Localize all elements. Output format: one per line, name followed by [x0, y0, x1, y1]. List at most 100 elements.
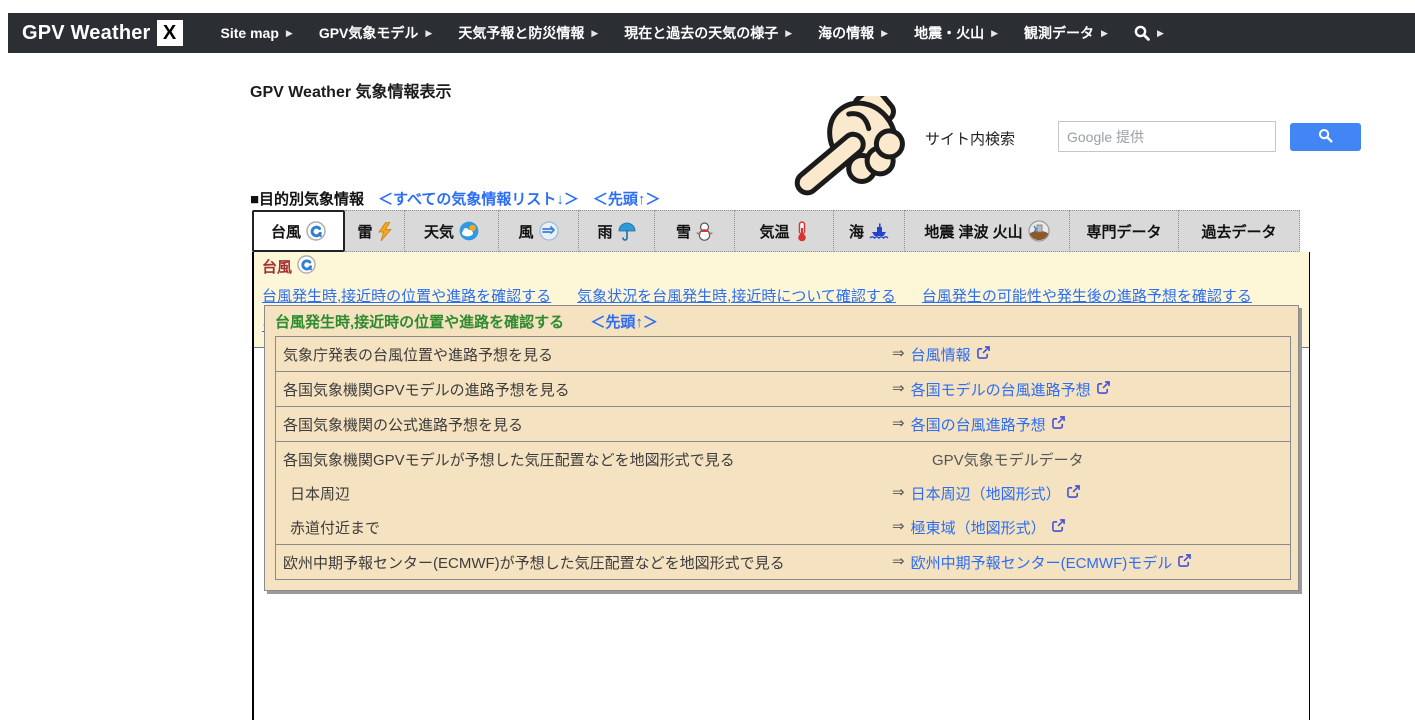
tab-thunder[interactable]: 雷: [345, 210, 405, 252]
menu-item-forecast-disaster[interactable]: 天気予報と防災情報 ▶: [458, 23, 598, 43]
tab-specialized-data[interactable]: 専門データ: [1070, 210, 1179, 252]
menu-item-gpv-model[interactable]: GPV気象モデル ▶: [319, 23, 433, 43]
link-official-typhoon-track[interactable]: 各国の台風進路予想: [911, 414, 1065, 435]
tab-label: 台風: [271, 221, 301, 242]
table-row: 気象庁発表の台風位置や進路予想を見る ⇒ 台風情報: [276, 337, 1290, 371]
link-label: 台風情報: [911, 344, 971, 365]
link-label: 日本周辺（地図形式）: [911, 483, 1061, 504]
link-label: 各国モデルの台風進路予想: [911, 379, 1091, 400]
site-search-button[interactable]: [1290, 123, 1361, 151]
umbrella-icon: [618, 222, 636, 241]
table-title: 台風発生時,接近時の位置や進路を確認する: [275, 314, 564, 331]
link-japan-area-map[interactable]: 日本周辺（地図形式）: [911, 483, 1080, 504]
tab-weather[interactable]: 天気: [405, 210, 499, 252]
brand-logo[interactable]: GPV Weather: [22, 22, 151, 45]
menu-label: GPV気象モデル: [319, 23, 419, 43]
group-subrow: 赤道付近まで ⇒ 極東域（地図形式）: [276, 510, 1290, 544]
tab-wind[interactable]: 風: [499, 210, 579, 252]
row-description: 各国気象機関GPVモデルの進路予想を見る: [276, 372, 892, 406]
subrow-description: 赤道付近まで: [276, 510, 892, 544]
menu-item-sea-info[interactable]: 海の情報 ▶: [818, 23, 888, 43]
tab-label: 地震 津波 火山: [924, 221, 1022, 242]
anchor-links-row: 台風発生時,接近時の位置や進路を確認する 気象状況を台風発生時,接近時について確…: [262, 285, 1301, 306]
tab-earthquake-tsunami-volcano[interactable]: 地震 津波 火山: [905, 210, 1070, 252]
anchor-link-position-course[interactable]: 台風発生時,接近時の位置や進路を確認する: [262, 285, 551, 306]
tab-typhoon[interactable]: 台風: [252, 210, 345, 252]
main-menu: Site map ▶ GPV気象モデル ▶ 天気予報と防災情報 ▶ 現在と過去の…: [221, 23, 1164, 43]
group-plain-label: GPV気象モデルデータ: [892, 442, 1084, 476]
tab-temperature[interactable]: 気温: [735, 210, 834, 252]
pointing-hand-illustration: [780, 96, 908, 218]
double-arrow-icon: ⇒: [892, 517, 905, 535]
menu-label: 観測データ: [1024, 23, 1094, 43]
menu-item-observation-data[interactable]: 観測データ ▶: [1024, 23, 1108, 43]
link-label: 欧州中期予報センター(ECMWF)モデル: [911, 552, 1173, 573]
tab-label: 気温: [759, 221, 789, 242]
typhoon-icon: [297, 255, 316, 278]
tab-label: 雨: [597, 221, 612, 242]
link-typhoon-info[interactable]: 台風情報: [911, 344, 990, 365]
tab-label: 雷: [357, 221, 372, 242]
category-label: 台風: [262, 256, 292, 277]
row-link-cell: ⇒ 極東域（地図形式）: [892, 510, 1290, 544]
external-link-icon: [1052, 519, 1065, 536]
all-weather-list-link[interactable]: ＜すべての気象情報リスト↓＞: [378, 188, 579, 209]
table-row: 各国気象機関の公式進路予想を見る ⇒ 各国の台風進路予想: [276, 406, 1290, 441]
tab-label: 風: [518, 221, 533, 242]
gpv-weather-page: GPV Weather X Site map ▶ GPV気象モデル ▶ 天気予報…: [0, 0, 1415, 720]
menu-item-current-past-weather[interactable]: 現在と過去の天気の様子 ▶: [624, 23, 792, 43]
link-ecmwf-model[interactable]: 欧州中期予報センター(ECMWF)モデル: [911, 552, 1192, 573]
chevron-right-icon: ▶: [991, 28, 998, 39]
anchor-link-genesis-forecast[interactable]: 台風発生の可能性や発生後の進路予想を確認する: [922, 285, 1252, 306]
tab-label: 専門データ: [1086, 221, 1161, 242]
table-row: 欧州中期予報センター(ECMWF)が予想した気圧配置などを地図形式で見る ⇒ 欧…: [276, 544, 1290, 579]
link-far-east-map[interactable]: 極東域（地図形式）: [911, 517, 1065, 538]
x-twitter-icon[interactable]: X: [157, 20, 183, 46]
chevron-right-icon: ▶: [881, 28, 888, 39]
link-model-typhoon-track[interactable]: 各国モデルの台風進路予想: [911, 379, 1110, 400]
menu-item-search[interactable]: ▶: [1134, 25, 1164, 41]
lightning-icon: [378, 222, 392, 241]
anchor-link-weather-conditions[interactable]: 気象状況を台風発生時,接近時について確認する: [577, 285, 896, 306]
search-icon: [1134, 25, 1150, 41]
page-title: GPV Weather 気象情報表示: [250, 78, 452, 102]
menu-item-earthquake-volcano[interactable]: 地震・火山 ▶: [914, 23, 998, 43]
menu-label: 地震・火山: [914, 23, 984, 43]
site-search-input[interactable]: [1058, 121, 1276, 152]
row-description: 各国気象機関の公式進路予想を見る: [276, 407, 892, 441]
typhoon-content-panel: 台風 台風発生時,接近時の位置や進路を確認する 気象状況を台風発生時,接近時につ…: [252, 252, 1310, 720]
site-search-label: サイト内検索: [925, 128, 1015, 149]
menu-item-sitemap[interactable]: Site map ▶: [221, 25, 293, 41]
tab-rain[interactable]: 雨: [579, 210, 655, 252]
section-heading: ■目的別気象情報 ＜すべての気象情報リスト↓＞ ＜先頭↑＞: [250, 188, 660, 209]
group-line: 各国気象機関GPVモデルが予想した気圧配置などを地図形式で見る GPV気象モデル…: [276, 442, 1290, 476]
ship-icon: [869, 222, 889, 240]
tab-past-data[interactable]: 過去データ: [1179, 210, 1300, 252]
menu-label: Site map: [221, 25, 279, 41]
tab-label: 過去データ: [1201, 221, 1276, 242]
menu-label: 海の情報: [818, 23, 874, 43]
group-subrow: 日本周辺 ⇒ 日本周辺（地図形式）: [276, 476, 1290, 510]
tab-sea[interactable]: 海: [834, 210, 905, 252]
table-top-link[interactable]: ＜先頭↑＞: [590, 314, 658, 331]
chevron-right-icon: ▶: [1157, 28, 1164, 39]
page-top-link[interactable]: ＜先頭↑＞: [593, 188, 661, 209]
double-arrow-icon: ⇒: [892, 344, 905, 362]
tab-label: 天気: [424, 221, 454, 242]
typhoon-info-table: 台風発生時,接近時の位置や進路を確認する ＜先頭↑＞ 気象庁発表の台風位置や進路…: [264, 305, 1299, 591]
row-description: 欧州中期予報センター(ECMWF)が予想した気圧配置などを地図形式で見る: [276, 545, 892, 579]
table-header: 台風発生時,接近時の位置や進路を確認する ＜先頭↑＞: [265, 306, 1298, 336]
chevron-right-icon: ▶: [286, 28, 293, 39]
table-row-group: 各国気象機関GPVモデルが予想した気圧配置などを地図形式で見る GPV気象モデル…: [276, 441, 1290, 544]
tab-label: 雪: [676, 221, 691, 242]
row-description: 気象庁発表の台風位置や進路予想を見る: [276, 337, 892, 371]
tab-snow[interactable]: 雪: [655, 210, 735, 252]
external-link-icon: [977, 346, 990, 363]
external-link-icon: [1052, 416, 1065, 433]
double-arrow-icon: ⇒: [892, 483, 905, 501]
thermometer-icon: [795, 221, 809, 242]
external-link-icon: [1067, 485, 1080, 502]
link-label: 各国の台風進路予想: [911, 414, 1046, 435]
double-arrow-icon: ⇒: [892, 414, 905, 432]
earthquake-icon: [1028, 220, 1050, 242]
